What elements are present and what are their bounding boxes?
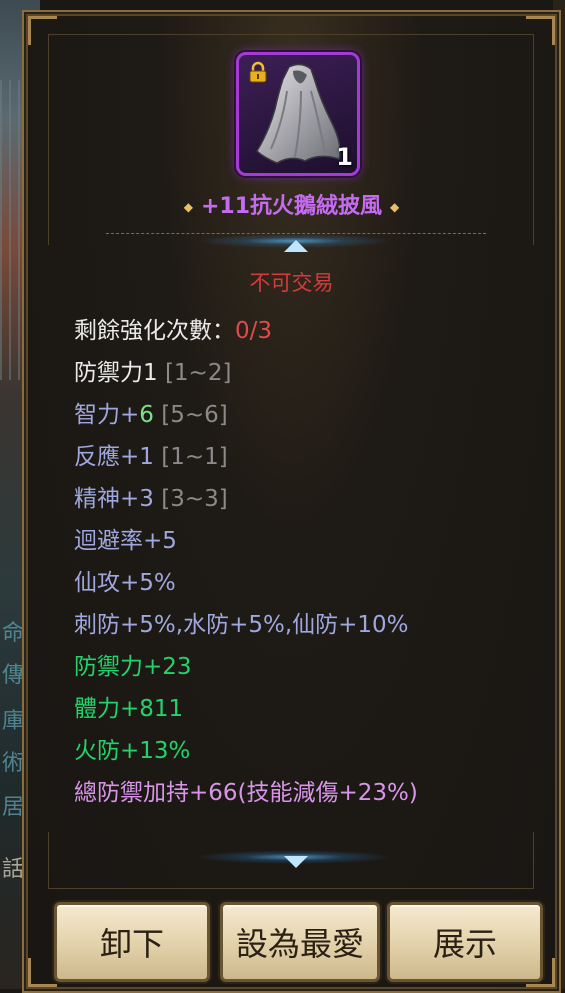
item-quantity: 1 xyxy=(336,143,353,171)
stat-bonus-fire-resist: 火防+13% xyxy=(74,738,191,764)
stat-xian-attack: 仙攻+5% xyxy=(74,570,176,596)
stat-enhance-count: 剩餘強化次數：0/3 xyxy=(74,310,418,352)
item-name-row: ◆ +11抗火鵝絨披風 ◆ xyxy=(24,188,559,220)
stat-range: [1~1] xyxy=(161,444,228,470)
stat-reaction: 反應+1 [1~1] xyxy=(74,436,418,478)
trade-status: 不可交易 xyxy=(249,271,334,295)
stat-value: 0/3 xyxy=(235,318,273,344)
stat-bonus-hp: 體力+811 xyxy=(74,696,184,722)
show-button[interactable]: 展示 xyxy=(387,902,543,982)
stat-range: [5~6] xyxy=(161,402,228,428)
stat-label: 智力+ xyxy=(74,402,140,428)
scroll-down-icon[interactable] xyxy=(284,856,308,868)
stat-evasion: 迴避率+5 xyxy=(74,528,177,554)
stat-range: [3~3] xyxy=(161,486,228,512)
stat-range: [1~2] xyxy=(164,360,232,386)
scroll-up-icon[interactable] xyxy=(284,240,308,252)
stat-label: 剩餘強化次數： xyxy=(74,318,235,344)
stat-spirit: 精神+3 [3~3] xyxy=(74,478,418,520)
diamond-icon: ◆ xyxy=(183,200,193,214)
stat-list: 剩餘強化次數：0/3 防禦力1 [1~2] 智力+6 [5~6] 反應+1 [1… xyxy=(74,310,418,814)
stat-label: 精神+3 xyxy=(74,486,154,512)
item-icon-slot[interactable]: 1 xyxy=(236,52,360,176)
unequip-button[interactable]: 卸下 xyxy=(54,902,210,982)
frame-corner xyxy=(28,958,57,987)
lock-icon xyxy=(249,61,267,83)
stat-label: 防禦力1 xyxy=(74,360,158,386)
item-name: +11抗火鵝絨披風 xyxy=(200,194,383,219)
stat-resistances: 刺防+5%,水防+5%,仙防+10% xyxy=(74,612,409,638)
stat-bonus-defense: 防禦力+23 xyxy=(74,654,192,680)
stat-intelligence: 智力+6 [5~6] xyxy=(74,394,418,436)
stat-total-defense: 總防禦加持+66(技能減傷+23%) xyxy=(74,780,418,806)
item-tooltip-panel: 1 ◆ +11抗火鵝絨披風 ◆ 不可交易 剩餘強化次數：0/3 防禦力1 [1~2]… xyxy=(22,10,561,993)
stat-label: 反應+1 xyxy=(74,444,154,470)
stat-defense: 防禦力1 [1~2] xyxy=(74,352,418,394)
diamond-icon: ◆ xyxy=(390,200,400,214)
set-favorite-button[interactable]: 設為最愛 xyxy=(220,902,380,982)
stat-value: 6 xyxy=(139,402,154,428)
